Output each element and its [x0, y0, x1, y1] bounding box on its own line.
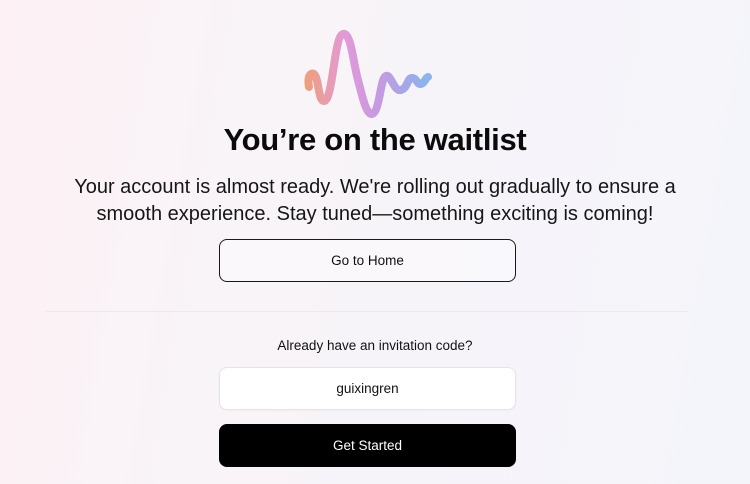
- invitation-code-prompt: Already have an invitation code?: [277, 338, 473, 353]
- invitation-code-input[interactable]: [219, 367, 516, 410]
- page-title: You’re on the waitlist: [223, 122, 527, 157]
- waveform-logo-icon: [304, 30, 432, 118]
- waitlist-page: You’re on the waitlist Your account is a…: [0, 0, 750, 484]
- go-to-home-button[interactable]: Go to Home: [219, 239, 516, 282]
- get-started-button[interactable]: Get Started: [219, 424, 516, 467]
- page-subtitle: Your account is almost ready. We're roll…: [74, 176, 676, 225]
- divider: [46, 311, 689, 312]
